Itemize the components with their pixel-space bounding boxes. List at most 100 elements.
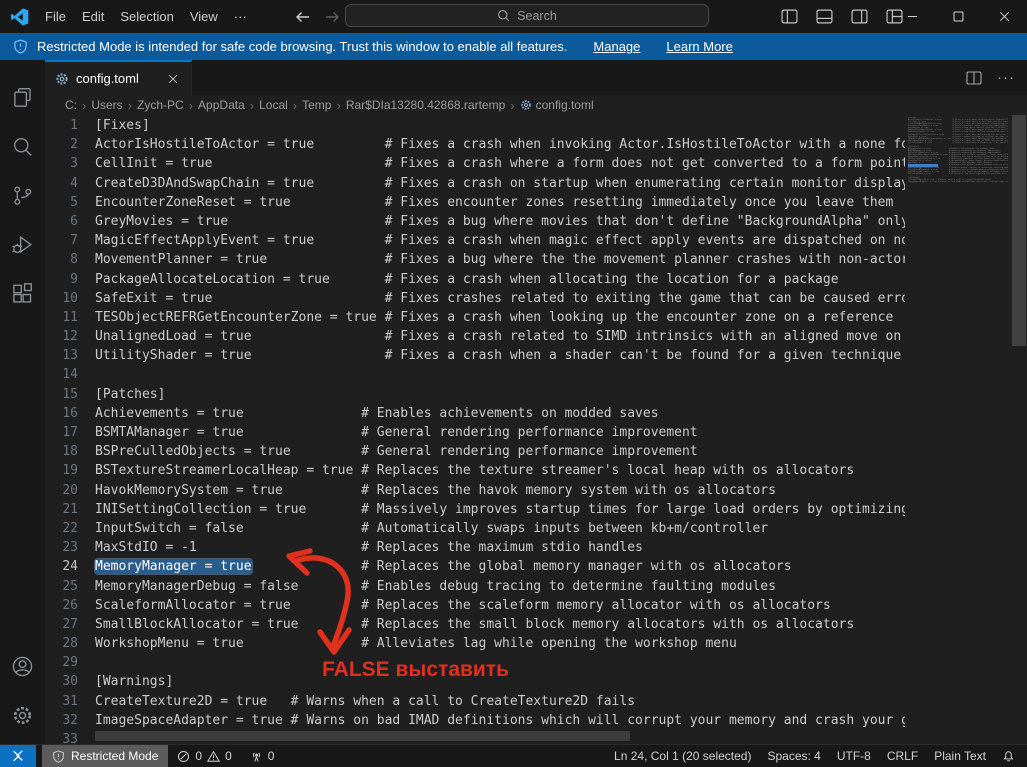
code-line-16[interactable]: 16Achievements = true # Enables achievem… — [45, 404, 905, 423]
code-line-2[interactable]: 2ActorIsHostileToActor = true # Fixes a … — [45, 135, 905, 154]
breadcrumb-item[interactable]: Rar$DIa13280.42868.rartemp — [346, 98, 505, 112]
code-line-26[interactable]: 26ScaleformAllocator = true # Replaces t… — [45, 596, 905, 615]
tab-close-button[interactable] — [165, 71, 181, 87]
line-number[interactable]: 25 — [45, 577, 78, 596]
code-line-15[interactable]: 15[Patches] — [45, 385, 905, 404]
line-number[interactable]: 3 — [45, 154, 78, 173]
line-number[interactable]: 12 — [45, 327, 78, 346]
line-number[interactable]: 1 — [45, 116, 78, 135]
line-number[interactable]: 11 — [45, 308, 78, 327]
command-center-search[interactable]: Search — [345, 4, 709, 27]
back-arrow-icon[interactable] — [295, 10, 311, 24]
line-number[interactable]: 21 — [45, 500, 78, 519]
account-icon[interactable] — [0, 642, 45, 691]
toggle-secondary-sidebar-icon[interactable] — [851, 9, 868, 24]
code-line-14[interactable]: 14 — [45, 365, 905, 384]
breadcrumb-item[interactable]: Users — [91, 98, 122, 112]
close-window-button[interactable] — [981, 0, 1027, 33]
line-number[interactable]: 28 — [45, 634, 78, 653]
menu-item-edit[interactable]: Edit — [74, 6, 112, 27]
run-debug-icon[interactable] — [0, 220, 45, 269]
code-line-21[interactable]: 21INISettingCollection = true # Massivel… — [45, 500, 905, 519]
code-line-32[interactable]: 32ImageSpaceAdapter = true # Warns on ba… — [45, 711, 905, 730]
code-line-27[interactable]: 27SmallBlockAllocator = true # Replaces … — [45, 615, 905, 634]
breadcrumb-item[interactable]: C: — [65, 98, 77, 112]
menu-item-more[interactable]: ··· — [226, 6, 255, 27]
line-number[interactable]: 13 — [45, 346, 78, 365]
line-number[interactable]: 6 — [45, 212, 78, 231]
line-number[interactable]: 33 — [45, 730, 78, 744]
horizontal-scrollbar[interactable] — [95, 731, 630, 741]
line-number[interactable]: 29 — [45, 653, 78, 672]
code-line-28[interactable]: 28WorkshopMenu = true # Alleviates lag w… — [45, 634, 905, 653]
code-line-8[interactable]: 8MovementPlanner = true # Fixes a bug wh… — [45, 250, 905, 269]
breadcrumb-item[interactable]: Local — [259, 98, 288, 112]
cursor-position[interactable]: Ln 24, Col 1 (20 selected) — [614, 749, 751, 763]
code-line-19[interactable]: 19BSTextureStreamerLocalHeap = true # Re… — [45, 461, 905, 480]
line-number[interactable]: 10 — [45, 289, 78, 308]
maximize-button[interactable] — [935, 0, 981, 33]
learn-more-link[interactable]: Learn More — [666, 39, 732, 54]
line-number[interactable]: 8 — [45, 250, 78, 269]
code-line-11[interactable]: 11TESObjectREFRGetEncounterZone = true #… — [45, 308, 905, 327]
line-number[interactable]: 32 — [45, 711, 78, 730]
toggle-sidebar-icon[interactable] — [781, 9, 798, 24]
code-line-20[interactable]: 20HavokMemorySystem = true # Replaces th… — [45, 481, 905, 500]
language-mode[interactable]: Plain Text — [934, 749, 986, 763]
code-line-10[interactable]: 10SafeExit = true # Fixes crashes relate… — [45, 289, 905, 308]
code-line-30[interactable]: 30[Warnings] — [45, 672, 905, 691]
line-number[interactable]: 16 — [45, 404, 78, 423]
line-number[interactable]: 30 — [45, 672, 78, 691]
source-control-icon[interactable] — [0, 171, 45, 220]
code-line-6[interactable]: 6GreyMovies = true # Fixes a bug where m… — [45, 212, 905, 231]
breadcrumb-item[interactable]: config.toml — [520, 98, 594, 112]
line-number[interactable]: 15 — [45, 385, 78, 404]
explorer-icon[interactable] — [0, 73, 45, 122]
vertical-scrollbar[interactable] — [1012, 115, 1026, 346]
code-line-25[interactable]: 25MemoryManagerDebug = false # Enables d… — [45, 577, 905, 596]
banner-close-button[interactable] — [987, 33, 1017, 60]
line-number[interactable]: 27 — [45, 615, 78, 634]
eol-sequence[interactable]: CRLF — [887, 749, 918, 763]
line-number[interactable]: 9 — [45, 270, 78, 289]
editor[interactable]: 1[Fixes]2ActorIsHostileToActor = true # … — [45, 115, 1027, 744]
line-number[interactable]: 2 — [45, 135, 78, 154]
manage-link[interactable]: Manage — [593, 39, 640, 54]
forward-arrow-icon[interactable] — [324, 10, 340, 24]
code-line-9[interactable]: 9PackageAllocateLocation = true # Fixes … — [45, 270, 905, 289]
extensions-icon[interactable] — [0, 269, 45, 318]
line-number[interactable]: 14 — [45, 365, 78, 384]
minimap[interactable]: [Fixes] ActorIsHostileToActor = true # F… — [908, 117, 1008, 347]
line-number[interactable]: 24 — [45, 557, 78, 576]
restricted-mode-status[interactable]: Restricted Mode — [42, 745, 168, 767]
code-line-4[interactable]: 4CreateD3DAndSwapChain = true # Fixes a … — [45, 174, 905, 193]
code-line-18[interactable]: 18BSPreCulledObjects = true # General re… — [45, 442, 905, 461]
menu-item-selection[interactable]: Selection — [112, 6, 181, 27]
encoding[interactable]: UTF-8 — [837, 749, 871, 763]
code-line-29[interactable]: 29 — [45, 653, 905, 672]
line-number[interactable]: 18 — [45, 442, 78, 461]
line-number[interactable]: 23 — [45, 538, 78, 557]
breadcrumb-item[interactable]: Zych-PC — [137, 98, 184, 112]
line-number[interactable]: 20 — [45, 481, 78, 500]
line-number[interactable]: 26 — [45, 596, 78, 615]
line-number[interactable]: 31 — [45, 692, 78, 711]
more-actions-icon[interactable]: ··· — [997, 69, 1015, 86]
line-number[interactable]: 5 — [45, 193, 78, 212]
remote-indicator[interactable] — [0, 745, 36, 767]
line-number[interactable]: 22 — [45, 519, 78, 538]
code-line-3[interactable]: 3CellInit = true # Fixes a crash where a… — [45, 154, 905, 173]
code-line-1[interactable]: 1[Fixes] — [45, 116, 905, 135]
code-line-7[interactable]: 7MagicEffectApplyEvent = true # Fixes a … — [45, 231, 905, 250]
code-line-5[interactable]: 5EncounterZoneReset = true # Fixes encou… — [45, 193, 905, 212]
line-number[interactable]: 7 — [45, 231, 78, 250]
split-editor-icon[interactable] — [966, 71, 982, 85]
menu-item-view[interactable]: View — [182, 6, 226, 27]
breadcrumb-item[interactable]: AppData — [198, 98, 245, 112]
search-icon[interactable] — [0, 122, 45, 171]
menu-item-file[interactable]: File — [37, 6, 74, 27]
code-line-23[interactable]: 23MaxStdIO = -1 # Replaces the maximum s… — [45, 538, 905, 557]
code-line-17[interactable]: 17BSMTAManager = true # General renderin… — [45, 423, 905, 442]
line-number[interactable]: 19 — [45, 461, 78, 480]
code-line-31[interactable]: 31CreateTexture2D = true # Warns when a … — [45, 692, 905, 711]
